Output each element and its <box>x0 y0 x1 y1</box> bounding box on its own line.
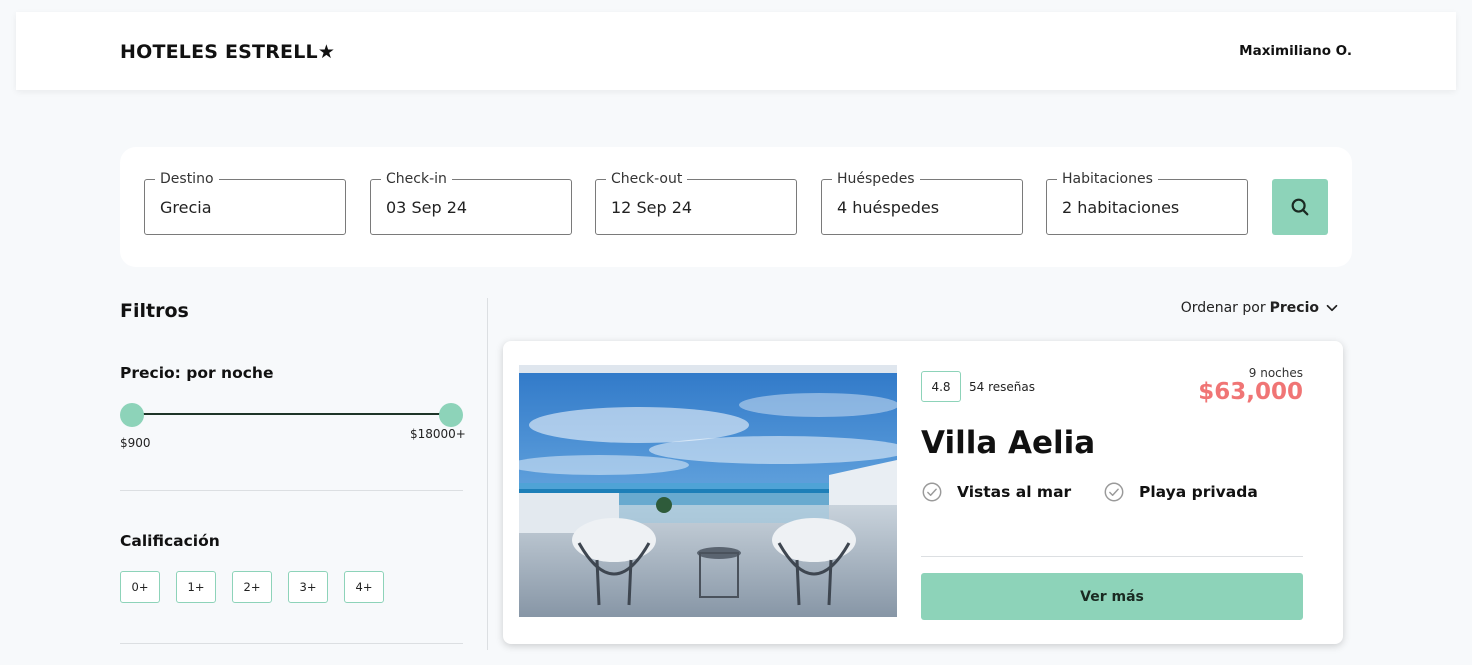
destination-value[interactable]: Grecia <box>160 198 212 217</box>
guests-field[interactable]: Huéspedes 4 huéspedes <box>821 171 1023 235</box>
total-price: $63,000 <box>1198 379 1303 405</box>
rating-score: 4.8 <box>921 371 961 402</box>
rating-option-1[interactable]: 1+ <box>176 571 216 603</box>
rooms-field[interactable]: Habitaciones 2 habitaciones <box>1046 171 1248 235</box>
price-slider-max-handle[interactable] <box>439 403 463 427</box>
rooms-value[interactable]: 2 habitaciones <box>1062 198 1179 217</box>
check-circle-icon <box>1104 482 1124 502</box>
card-divider <box>921 556 1303 557</box>
sort-prefix: Ordenar por <box>1180 300 1266 316</box>
rating-filter-title: Calificación <box>120 532 220 550</box>
checkout-value[interactable]: 12 Sep 24 <box>611 198 692 217</box>
checkout-label: Check-out <box>606 171 688 187</box>
search-icon <box>1291 198 1309 216</box>
price-filter-title: Precio: por noche <box>120 364 274 382</box>
rating-option-3[interactable]: 3+ <box>288 571 328 603</box>
hotel-card: 4.8 54 reseñas 9 noches $63,000 Villa Ae… <box>503 341 1343 644</box>
destination-label: Destino <box>155 171 219 187</box>
amenity-item: Vistas al mar <box>921 481 1071 503</box>
rating-option-0[interactable]: 0+ <box>120 571 160 603</box>
site-logo[interactable]: HOTELES ESTRELL★ <box>120 41 335 63</box>
search-panel: Destino Grecia Check-in 03 Sep 24 Check-… <box>120 147 1352 267</box>
chevron-down-icon <box>1326 304 1338 312</box>
see-more-button[interactable]: Ver más <box>921 573 1303 620</box>
sort-dropdown[interactable]: Ordenar por Precio <box>1181 299 1341 317</box>
checkout-field[interactable]: Check-out 12 Sep 24 <box>595 171 797 235</box>
destination-field[interactable]: Destino Grecia <box>144 171 346 235</box>
amenity-item: Playa privada <box>1103 481 1258 503</box>
guests-value[interactable]: 4 huéspedes <box>837 198 939 217</box>
filter-divider <box>120 643 463 644</box>
hotel-name[interactable]: Villa Aelia <box>921 425 1095 461</box>
top-header: HOTELES ESTRELL★ Maximiliano O. <box>16 12 1456 90</box>
checkin-label: Check-in <box>381 171 452 187</box>
hotel-photo[interactable] <box>519 365 897 617</box>
search-button[interactable] <box>1272 179 1328 235</box>
filter-divider <box>120 490 463 491</box>
guests-label: Huéspedes <box>832 171 920 187</box>
price-max-label: $18000+ <box>410 427 466 441</box>
nights-count: 9 noches <box>1248 366 1303 380</box>
checkin-field[interactable]: Check-in 03 Sep 24 <box>370 171 572 235</box>
hotel-photo-image <box>519 365 897 617</box>
user-name[interactable]: Maximiliano O. <box>1239 43 1352 59</box>
checkin-value[interactable]: 03 Sep 24 <box>386 198 467 217</box>
sort-value: Precio <box>1269 300 1319 316</box>
amenity-label: Playa privada <box>1139 483 1258 501</box>
review-count[interactable]: 54 reseñas <box>969 380 1035 394</box>
rating-option-4[interactable]: 4+ <box>344 571 384 603</box>
filters-title: Filtros <box>120 300 189 322</box>
amenity-label: Vistas al mar <box>957 483 1072 501</box>
price-min-label: $900 <box>120 436 151 450</box>
price-slider-track[interactable] <box>132 413 451 415</box>
column-divider <box>487 298 488 650</box>
rating-option-2[interactable]: 2+ <box>232 571 272 603</box>
check-circle-icon <box>922 482 942 502</box>
rooms-label: Habitaciones <box>1057 171 1158 187</box>
price-slider-min-handle[interactable] <box>120 403 144 427</box>
